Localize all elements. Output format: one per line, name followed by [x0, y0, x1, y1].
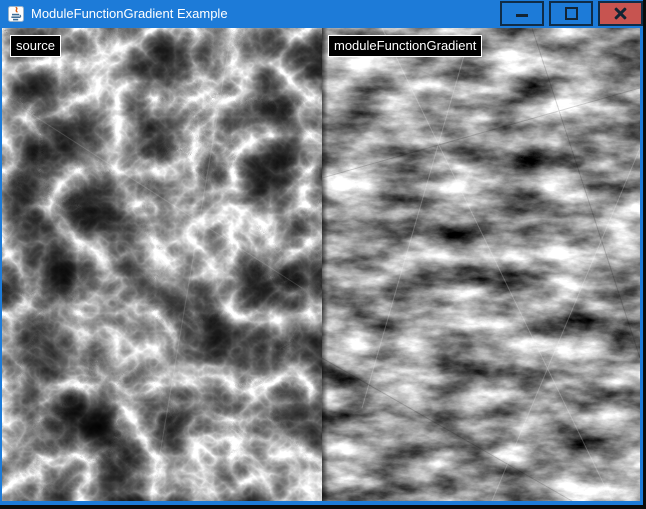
maximize-button[interactable] — [549, 1, 593, 26]
source-label: source — [10, 35, 61, 57]
app-window: ModuleFunctionGradient Example — [0, 0, 643, 505]
gradient-image-panel: moduleFunctionGradient — [322, 28, 640, 501]
window-controls — [495, 0, 643, 28]
gradient-noise-image — [322, 28, 640, 501]
close-x-icon — [614, 7, 627, 20]
minimize-dash-icon — [516, 14, 528, 17]
java-coffee-cup-icon — [8, 6, 24, 22]
gradient-label: moduleFunctionGradient — [328, 35, 482, 57]
close-button[interactable] — [598, 1, 643, 26]
content-area: source — [2, 28, 640, 501]
titlebar[interactable]: ModuleFunctionGradient Example — [0, 0, 643, 28]
source-image-panel: source — [2, 28, 322, 501]
maximize-square-icon — [565, 7, 578, 20]
window-title: ModuleFunctionGradient Example — [31, 0, 228, 28]
minimize-button[interactable] — [500, 1, 544, 26]
source-noise-image — [2, 28, 322, 501]
